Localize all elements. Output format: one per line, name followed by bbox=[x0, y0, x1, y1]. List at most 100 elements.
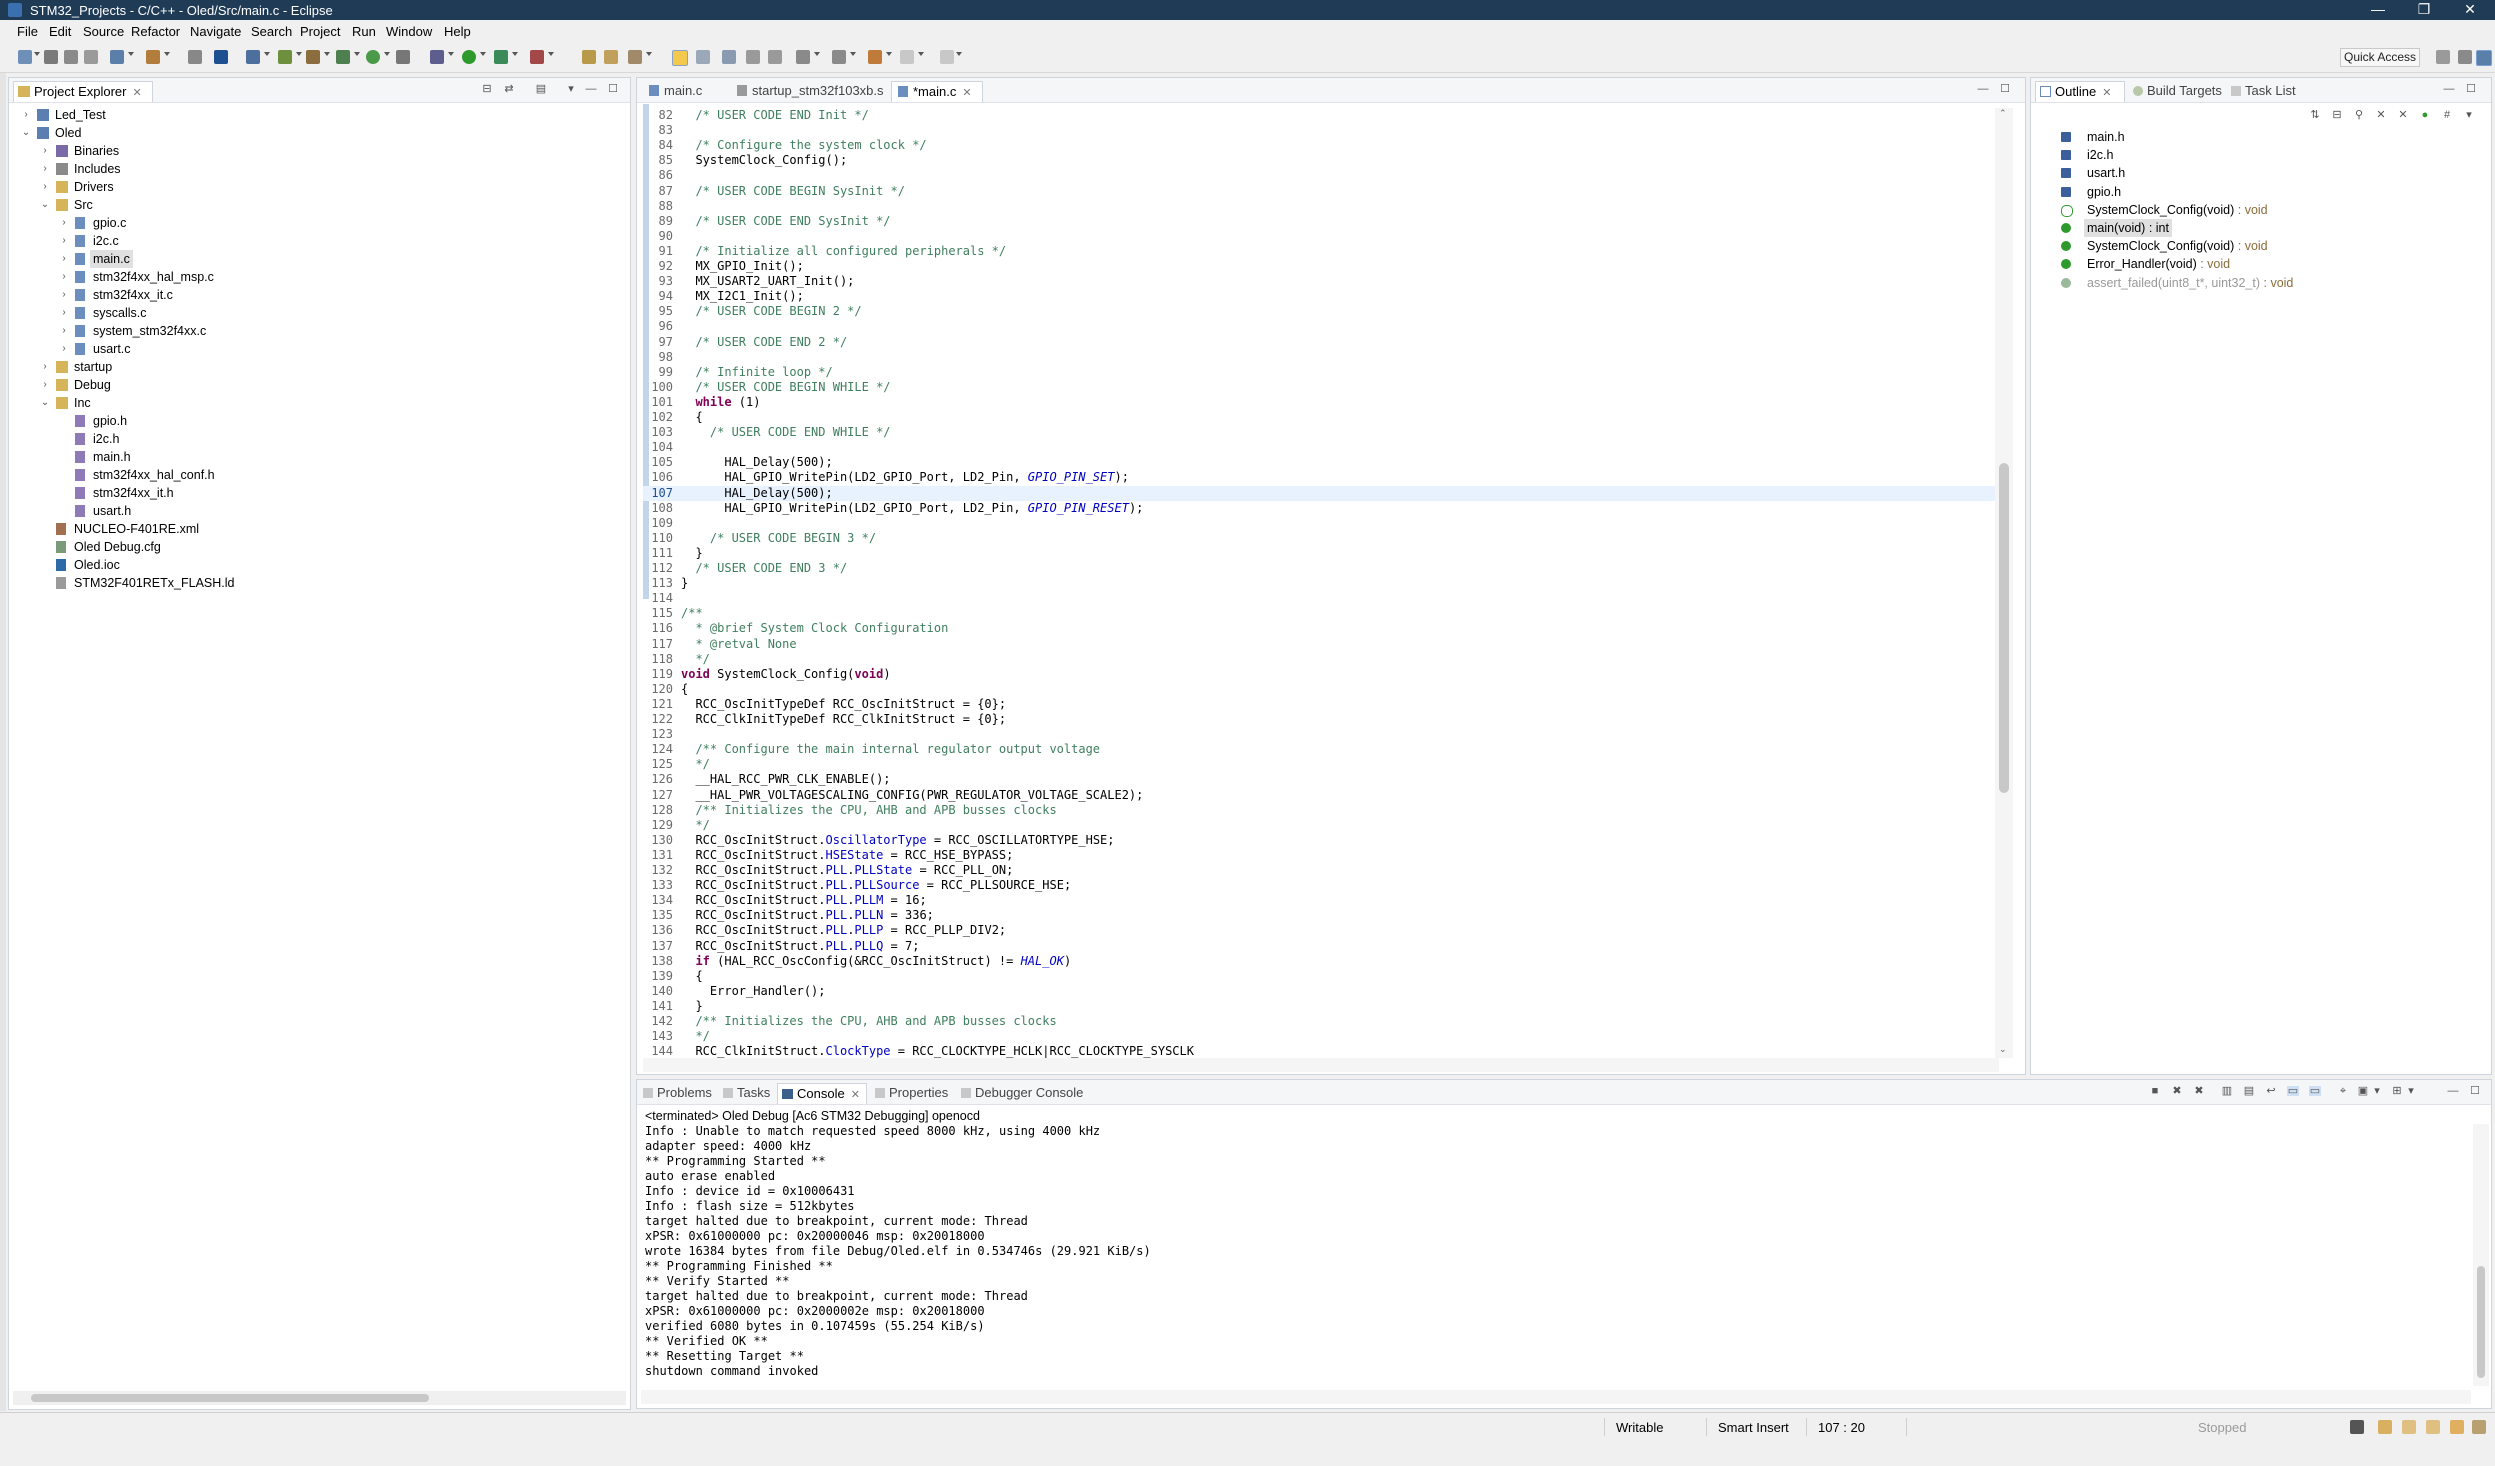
last-edit-icon[interactable] bbox=[796, 50, 810, 64]
chevron-down-icon[interactable] bbox=[480, 52, 486, 56]
show-on-stdout-icon[interactable]: ▭ bbox=[2287, 1086, 2299, 1097]
code-line[interactable]: 120 { bbox=[643, 682, 1995, 697]
pin-icon[interactable] bbox=[832, 50, 846, 64]
code-line[interactable]: 143 */ bbox=[643, 1029, 1995, 1044]
profile-icon[interactable] bbox=[396, 50, 410, 64]
restore-button[interactable]: ❐ bbox=[2401, 1, 2447, 19]
coverage-icon[interactable] bbox=[366, 50, 380, 64]
tab-project-explorer[interactable]: Project Explorer ✕ bbox=[13, 81, 153, 102]
code-line[interactable]: 85 SystemClock_Config(); bbox=[643, 153, 1995, 168]
show-members-icon[interactable]: ● bbox=[2419, 110, 2431, 121]
remove-all-launches-icon[interactable]: ✖ bbox=[2193, 1086, 2205, 1097]
code-line[interactable]: 105 HAL_Delay(500); bbox=[643, 455, 1995, 470]
code-line[interactable]: 87 /* USER CODE BEGIN SysInit */ bbox=[643, 184, 1995, 199]
scroll-lock-icon[interactable]: ▤ bbox=[2243, 1086, 2255, 1097]
sort-icon[interactable]: ⇅ bbox=[2309, 110, 2321, 121]
chevron-down-icon[interactable] bbox=[296, 52, 302, 56]
close-icon[interactable]: ✕ bbox=[962, 87, 971, 99]
code-line[interactable]: 119 void SystemClock_Config(void) bbox=[643, 667, 1995, 682]
tree-item[interactable]: STM32F401RETx_FLASH.ld bbox=[9, 574, 609, 592]
hammer-icon[interactable] bbox=[146, 50, 160, 64]
collapse-all-icon[interactable]: ⊟ bbox=[2331, 110, 2343, 121]
code-line[interactable]: 142 /** Initializes the CPU, AHB and APB… bbox=[643, 1014, 1995, 1029]
scroll-up-icon[interactable]: ⌃ bbox=[1999, 108, 2009, 118]
code-line[interactable]: 113} bbox=[643, 576, 1995, 591]
new-class-icon[interactable] bbox=[278, 50, 292, 64]
horizontal-scrollbar[interactable] bbox=[13, 1391, 626, 1405]
tab-outline[interactable]: Outline ✕ bbox=[2035, 81, 2125, 102]
console-vertical-scrollbar[interactable] bbox=[2473, 1124, 2489, 1386]
tree-item[interactable]: ⌄ Inc bbox=[9, 394, 609, 412]
tree-item[interactable]: main.h bbox=[9, 448, 609, 466]
tree-item[interactable]: › Binaries bbox=[9, 142, 609, 160]
expand-icon[interactable]: › bbox=[59, 268, 69, 286]
maximize-view-icon[interactable]: ☐ bbox=[1999, 84, 2011, 95]
code-line[interactable]: 91 /* Initialize all configured peripher… bbox=[643, 244, 1995, 259]
expand-icon[interactable]: › bbox=[40, 376, 50, 394]
save-all-icon[interactable] bbox=[64, 50, 78, 64]
code-line[interactable]: 127 __HAL_PWR_VOLTAGESCALING_CONFIG(PWR_… bbox=[643, 788, 1995, 803]
code-line[interactable]: 134 RCC_OscInitStruct.PLL.PLLM = 16; bbox=[643, 893, 1995, 908]
perspective-debug-icon[interactable] bbox=[2476, 50, 2492, 66]
chevron-down-icon[interactable] bbox=[384, 52, 390, 56]
hide-nonpublic-icon[interactable]: ✕ bbox=[2397, 110, 2409, 121]
tab-build-targets[interactable]: Build Targets bbox=[2129, 81, 2229, 101]
code-line[interactable]: 95 /* USER CODE BEGIN 2 */ bbox=[643, 304, 1995, 319]
code-line[interactable]: 108 HAL_GPIO_WritePin(LD2_GPIO_Port, LD2… bbox=[643, 501, 1995, 516]
chevron-down-icon[interactable] bbox=[324, 52, 330, 56]
open-type-icon[interactable] bbox=[582, 50, 596, 64]
chevron-down-icon[interactable] bbox=[814, 52, 820, 56]
open-console-icon[interactable]: ⊞ bbox=[2391, 1086, 2403, 1097]
minimize-view-icon[interactable]: — bbox=[2447, 1086, 2459, 1097]
status-insert-mode[interactable]: Smart Insert bbox=[1718, 1420, 1789, 1435]
code-line[interactable]: 121 RCC_OscInitTypeDef RCC_OscInitStruct… bbox=[643, 697, 1995, 712]
debug-config-icon[interactable] bbox=[214, 50, 228, 64]
tree-item[interactable]: › startup bbox=[9, 358, 609, 376]
expand-icon[interactable]: › bbox=[40, 178, 50, 196]
close-icon[interactable]: ✕ bbox=[851, 1089, 860, 1101]
console-output[interactable]: Info : Unable to match requested speed 8… bbox=[637, 1124, 2467, 1384]
scroll-thumb[interactable] bbox=[1999, 463, 2009, 793]
chevron-down-icon[interactable] bbox=[646, 52, 652, 56]
back-icon[interactable] bbox=[868, 50, 882, 64]
code-line[interactable]: 126 __HAL_RCC_PWR_CLK_ENABLE(); bbox=[643, 772, 1995, 787]
code-line[interactable]: 98 bbox=[643, 350, 1995, 365]
code-line[interactable]: 122 RCC_ClkInitTypeDef RCC_ClkInitStruct… bbox=[643, 712, 1995, 727]
code-line[interactable]: 129 */ bbox=[643, 818, 1995, 833]
expand-icon[interactable]: › bbox=[40, 358, 50, 376]
code-line[interactable]: 130 RCC_OscInitStruct.OscillatorType = R… bbox=[643, 833, 1995, 848]
code-line[interactable]: 133 RCC_OscInitStruct.PLL.PLLSource = RC… bbox=[643, 878, 1995, 893]
menu-navigate[interactable]: Navigate bbox=[190, 24, 241, 39]
expand-icon[interactable]: › bbox=[59, 304, 69, 322]
clear-console-icon[interactable]: ▥ bbox=[2221, 1086, 2233, 1097]
tree-item[interactable]: NUCLEO-F401RE.xml bbox=[9, 520, 609, 538]
hide-fields-icon[interactable]: ⚲ bbox=[2353, 110, 2365, 121]
filter-icon[interactable]: ▤ bbox=[535, 84, 547, 95]
code-line[interactable]: 106 HAL_GPIO_WritePin(LD2_GPIO_Port, LD2… bbox=[643, 470, 1995, 485]
code-line[interactable]: 89 /* USER CODE END SysInit */ bbox=[643, 214, 1995, 229]
collapse-icon[interactable]: ⌄ bbox=[40, 196, 50, 214]
collapse-icon[interactable]: ⌄ bbox=[40, 394, 50, 412]
code-line[interactable]: 82 /* USER CODE END Init */ bbox=[643, 108, 1995, 123]
chevron-down-icon[interactable] bbox=[886, 52, 892, 56]
maximize-view-icon[interactable]: ☐ bbox=[2465, 84, 2477, 95]
close-window-button[interactable]: ✕ bbox=[2447, 1, 2493, 19]
menu-search[interactable]: Search bbox=[251, 24, 292, 39]
toggle-block-icon[interactable] bbox=[696, 50, 710, 64]
chevron-down-icon[interactable] bbox=[34, 52, 40, 56]
code-line[interactable]: 116 * @brief System Clock Configuration bbox=[643, 621, 1995, 636]
code-line[interactable]: 97 /* USER CODE END 2 */ bbox=[643, 335, 1995, 350]
tab-debugger-console[interactable]: Debugger Console bbox=[957, 1083, 1085, 1103]
chevron-down-icon[interactable] bbox=[850, 52, 856, 56]
open-perspective-icon[interactable] bbox=[2436, 50, 2450, 64]
pin-console-icon[interactable]: ⌖ bbox=[2337, 1086, 2349, 1097]
run-icon[interactable] bbox=[462, 50, 476, 64]
target-icon[interactable] bbox=[188, 50, 202, 64]
show-on-stderr-icon[interactable]: ▭ bbox=[2309, 1086, 2321, 1097]
forward-icon[interactable] bbox=[900, 50, 914, 64]
expand-icon[interactable]: › bbox=[59, 250, 69, 268]
chevron-down-icon[interactable] bbox=[264, 52, 270, 56]
chevron-down-icon[interactable] bbox=[448, 52, 454, 56]
chevron-down-icon[interactable] bbox=[512, 52, 518, 56]
code-line[interactable]: 137 RCC_OscInitStruct.PLL.PLLQ = 7; bbox=[643, 939, 1995, 954]
